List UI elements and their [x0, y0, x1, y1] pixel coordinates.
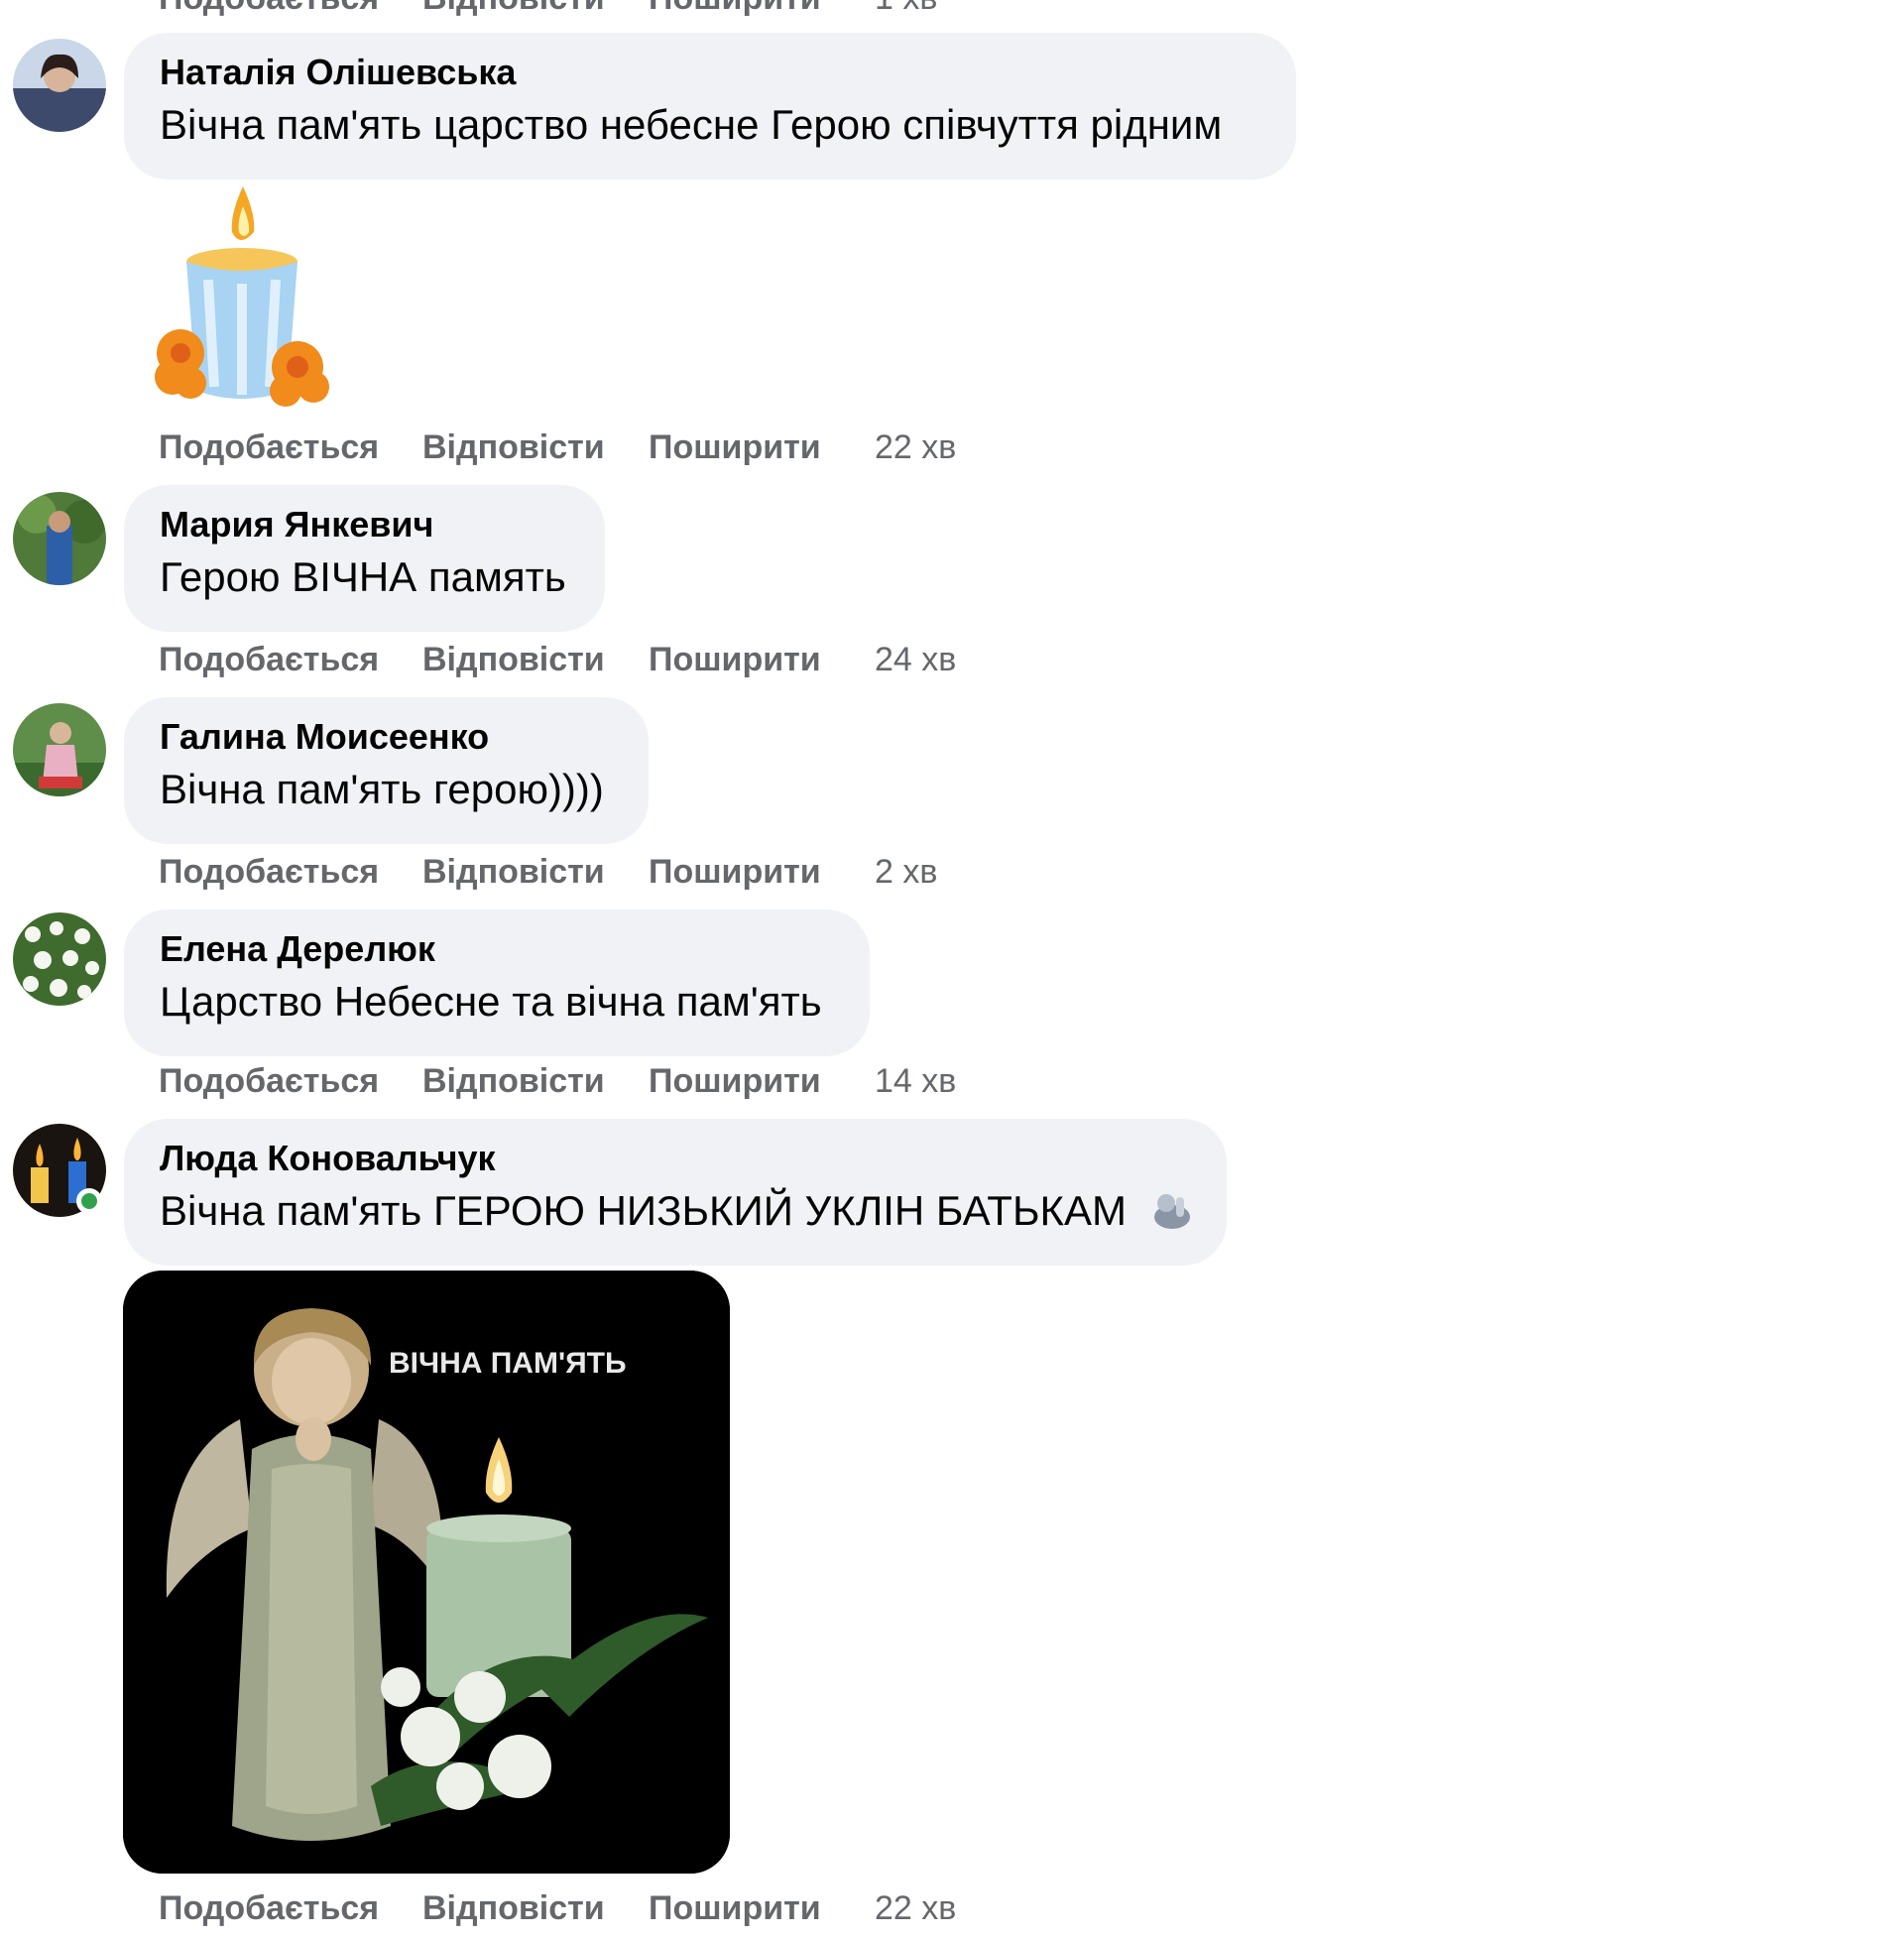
comment-time[interactable]: 24 хв — [875, 636, 956, 683]
like-button[interactable]: Подобається — [159, 424, 379, 471]
comment-time[interactable]: 2 хв — [875, 848, 937, 896]
comment-author[interactable]: Мария Янкевич — [160, 501, 570, 548]
reply-button[interactable]: Відповісти — [422, 424, 605, 471]
comment-time[interactable]: 22 хв — [875, 424, 956, 471]
like-button[interactable]: Подобається — [159, 0, 379, 22]
comment-author[interactable]: Люда Коновальчук — [160, 1135, 1192, 1182]
share-button[interactable]: Поширити — [649, 1057, 821, 1105]
comment-text: Царство Небесне та вічна пам'ять — [160, 978, 822, 1025]
comment-time[interactable]: 14 хв — [875, 1057, 956, 1105]
comment-bubble: Галина Моисеенко Вічна пам'ять герою)))) — [124, 697, 649, 844]
like-button[interactable]: Подобається — [159, 1884, 379, 1932]
comment-author[interactable]: Наталія Олішевська — [160, 49, 1261, 96]
candle-sticker[interactable] — [151, 184, 329, 409]
comment-text: Вічна пам'ять царство небесне Герою спів… — [160, 101, 1223, 148]
reply-button[interactable]: Відповісти — [422, 1057, 605, 1105]
share-button[interactable]: Поширити — [649, 0, 821, 22]
reply-button[interactable]: Відповісти — [422, 0, 605, 22]
reply-button[interactable]: Відповісти — [422, 1884, 605, 1932]
comment-bubble: Люда Коновальчук Вічна пам'ять ГЕРОЮ НИЗ… — [124, 1119, 1227, 1266]
comment-bubble: Наталія Олішевська Вічна пам'ять царство… — [124, 33, 1296, 180]
reply-button[interactable]: Відповісти — [422, 636, 605, 683]
share-button[interactable]: Поширити — [649, 424, 821, 471]
comment-bubble: Елена Дерелюк Царство Небесне та вічна п… — [124, 909, 870, 1056]
avatar[interactable] — [13, 703, 106, 796]
angel-candle-image[interactable]: ВІЧНА ПАМ'ЯТЬ — [123, 1271, 730, 1874]
comment-text: Вічна пам'ять ГЕРОЮ НИЗЬКИЙ УКЛІН БАТЬКА… — [160, 1182, 1192, 1246]
share-button[interactable]: Поширити — [649, 1884, 821, 1932]
comment-bubble: Мария Янкевич Герою ВІЧНА память — [124, 485, 605, 632]
comment-text: Герою ВІЧНА память — [160, 553, 566, 600]
comment-text-content: Вічна пам'ять ГЕРОЮ НИЗЬКИЙ УКЛІН БАТЬКА… — [160, 1187, 1127, 1234]
image-caption: ВІЧНА ПАМ'ЯТЬ — [389, 1347, 627, 1380]
share-button[interactable]: Поширити — [649, 848, 821, 896]
like-button[interactable]: Подобається — [159, 1057, 379, 1105]
comment-time[interactable]: 1 хв — [875, 0, 937, 22]
online-status-dot — [76, 1188, 102, 1214]
like-button[interactable]: Подобається — [159, 636, 379, 683]
comment-author[interactable]: Галина Моисеенко — [160, 713, 614, 761]
avatar[interactable] — [13, 492, 106, 585]
comment-time[interactable]: 22 хв — [875, 1884, 956, 1932]
comment-author[interactable]: Елена Дерелюк — [160, 925, 835, 973]
comment-text: Вічна пам'ять герою)))) — [160, 766, 604, 812]
avatar[interactable] — [13, 912, 106, 1006]
avatar[interactable] — [13, 39, 106, 132]
share-button[interactable]: Поширити — [649, 636, 821, 683]
reply-button[interactable]: Відповісти — [422, 848, 605, 896]
bowing-emoji-icon — [1150, 1187, 1194, 1246]
like-button[interactable]: Подобається — [159, 848, 379, 896]
